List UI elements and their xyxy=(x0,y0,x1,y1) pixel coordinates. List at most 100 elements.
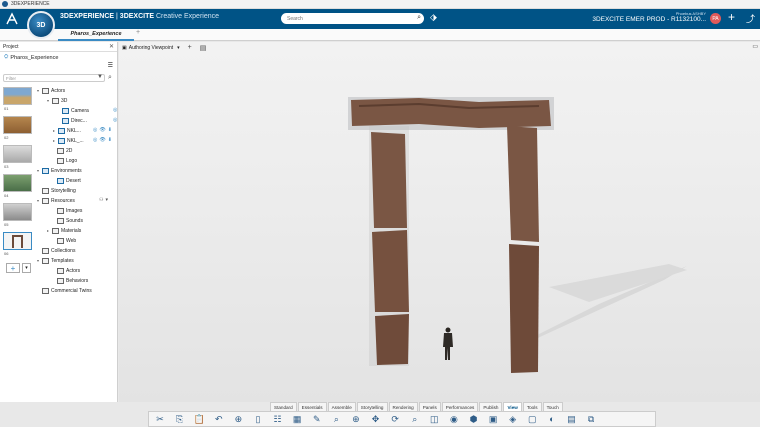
close-icon[interactable]: ✕ xyxy=(109,43,114,50)
thumbnail-item[interactable]: 03 xyxy=(3,145,35,174)
tree-node[interactable]: ▸ NKL_... ◎👁⬇ xyxy=(53,136,112,145)
thumbnail-item[interactable]: 04 xyxy=(3,174,35,203)
tab-storytelling[interactable]: Storytelling xyxy=(356,402,388,411)
search-icon[interactable]: ⌕ xyxy=(108,74,112,82)
thumbnail-image[interactable] xyxy=(3,203,32,221)
thumbnail-image[interactable] xyxy=(3,116,32,134)
view-mode-icon[interactable]: ▤ xyxy=(564,413,578,425)
tree-node[interactable]: Commercial Twins xyxy=(42,286,92,295)
zoom-icon[interactable]: ⊕ xyxy=(231,413,245,425)
folder-icon xyxy=(57,147,64,154)
thumbnail-image[interactable] xyxy=(3,87,32,105)
add-button[interactable]: + xyxy=(6,263,20,273)
search-icon[interactable]: ⌕ xyxy=(329,413,343,425)
tab-touch[interactable]: Touch xyxy=(542,402,563,411)
3d-viewport[interactable]: ▣ Authoring Viewpoint ▾ + ▤ ▭ xyxy=(119,42,760,402)
tree-node[interactable]: Images xyxy=(52,206,82,215)
new-tab-button[interactable]: + xyxy=(136,29,140,36)
measure-icon[interactable]: ✎ xyxy=(310,413,324,425)
grid-icon[interactable]: ▦ xyxy=(290,413,304,425)
hierarchy-icon[interactable]: ⚇▾ xyxy=(99,197,110,203)
search-icon[interactable]: ⌕ xyxy=(417,14,421,22)
thumbnail-item-selected[interactable]: 06 xyxy=(3,232,35,261)
tab-rendering[interactable]: Rendering xyxy=(388,402,418,411)
search-box[interactable]: ⌕ xyxy=(281,13,424,24)
cube-icon[interactable]: ⬢ xyxy=(467,413,481,425)
tab-view[interactable]: View xyxy=(503,402,522,411)
tree-node[interactable]: ▾ Actors xyxy=(37,86,65,95)
search-input[interactable] xyxy=(287,15,407,22)
tab-publish[interactable]: Publish xyxy=(479,402,503,411)
undo-icon[interactable]: ↶ xyxy=(212,413,226,425)
tree-node[interactable]: ▾ Templates xyxy=(37,256,74,265)
thumbnail-item[interactable]: 02 xyxy=(3,116,35,145)
tag-icon[interactable]: ⬗ xyxy=(430,12,437,23)
tree-node[interactable]: ▸ Materials xyxy=(47,226,81,235)
tab-essentials[interactable]: Essentials xyxy=(297,402,327,411)
screenshot-icon[interactable]: ⧉ xyxy=(584,413,598,425)
tree-node[interactable]: Collections xyxy=(42,246,75,255)
tree-node[interactable]: ▸ NKL... ◎👁⬇ xyxy=(53,126,112,135)
tree-node[interactable]: Logo xyxy=(52,156,77,165)
tree-label: Storytelling xyxy=(51,187,76,194)
tab-tools[interactable]: Tools xyxy=(522,402,542,411)
plus-icon[interactable]: + xyxy=(728,11,735,23)
tree-label: Camera xyxy=(71,107,89,114)
tree-node[interactable]: Desert xyxy=(52,176,81,185)
ds-logo-icon[interactable] xyxy=(0,9,24,29)
thumbnail-image[interactable] xyxy=(3,174,32,192)
tab-standard[interactable]: Standard xyxy=(270,402,297,411)
cut-icon[interactable]: ✂ xyxy=(153,413,167,425)
tree-node[interactable]: ▾ Resources ⚇▾ xyxy=(37,196,108,205)
render-icon[interactable]: ▣ xyxy=(486,413,500,425)
tree-label: NKL... xyxy=(67,127,81,134)
user-info[interactable]: Phoebus ASHBY 3DEXCITE EMER PROD - R1132… xyxy=(582,11,706,23)
lighting-icon[interactable]: ◈ xyxy=(506,413,520,425)
tree-node[interactable]: Sounds xyxy=(52,216,83,225)
share-icon[interactable]: ⤴ xyxy=(746,12,755,25)
zoom-in-icon[interactable]: ⊕ xyxy=(349,413,363,425)
panel-title: Project xyxy=(3,43,19,50)
copy-icon[interactable]: ⎘ xyxy=(173,413,187,425)
tree-label: Materials xyxy=(61,227,82,234)
tab-pharos-experience[interactable]: Pharos_Experience xyxy=(58,29,134,41)
avatar[interactable]: PA xyxy=(710,13,721,24)
folder-icon xyxy=(52,97,59,104)
tree-node[interactable]: Storytelling xyxy=(42,186,76,195)
collab-space[interactable]: 3DEXCITE EMER PROD - R1132100... xyxy=(582,16,706,23)
tree-node[interactable]: ▾ Environments xyxy=(37,166,82,175)
tree-node[interactable]: Actors xyxy=(52,266,80,275)
visibility-icon[interactable]: ◎👁⬇ xyxy=(93,127,114,133)
thumbnail-image[interactable] xyxy=(3,232,32,250)
display-icon[interactable]: ▢ xyxy=(525,413,539,425)
light-icon xyxy=(62,117,69,124)
chevron-down-icon[interactable]: ▾ xyxy=(22,263,31,273)
paste-icon[interactable]: 📋 xyxy=(192,413,206,425)
tree-node[interactable]: 2D xyxy=(52,146,72,155)
thumbnail-item[interactable]: 05 xyxy=(3,203,35,232)
pan-icon[interactable]: ✥ xyxy=(369,413,383,425)
tab-panels[interactable]: Panels xyxy=(418,402,441,411)
tree-node[interactable]: Direc...◎👁⬇ xyxy=(57,116,132,125)
filter-icon[interactable]: ▼ xyxy=(97,74,103,80)
zoom-area-icon[interactable]: ⌕ xyxy=(408,413,422,425)
tab-assemble[interactable]: Assemble xyxy=(327,402,356,411)
thumbnail-image[interactable] xyxy=(3,145,32,163)
tree-node[interactable]: Camera◎👁⬇ xyxy=(57,106,132,115)
rotate-icon[interactable]: ⟳ xyxy=(388,413,402,425)
hide-show-icon[interactable]: ◐ xyxy=(545,413,559,425)
book-icon[interactable]: ▯ xyxy=(251,413,265,425)
project-row[interactable]: ⛭ Pharos_Experience xyxy=(0,52,117,63)
compass-icon[interactable]: 3D xyxy=(27,11,55,39)
tree-node[interactable]: ▾ 3D xyxy=(47,96,67,105)
settings-icon[interactable]: ☰ xyxy=(108,62,113,69)
visibility-icon[interactable]: ◎👁⬇ xyxy=(93,137,114,143)
tab-performances[interactable]: Performances xyxy=(441,402,479,411)
thumbnail-item[interactable]: 01 xyxy=(3,87,35,116)
filter-field[interactable]: Filter ▼ xyxy=(3,74,105,82)
tree-node[interactable]: Behaviors xyxy=(52,276,88,285)
shading-icon[interactable]: ◉ xyxy=(447,413,461,425)
tree-icon[interactable]: ☷ xyxy=(271,413,285,425)
normal-view-icon[interactable]: ◫ xyxy=(427,413,441,425)
tree-node[interactable]: Web xyxy=(52,236,76,245)
